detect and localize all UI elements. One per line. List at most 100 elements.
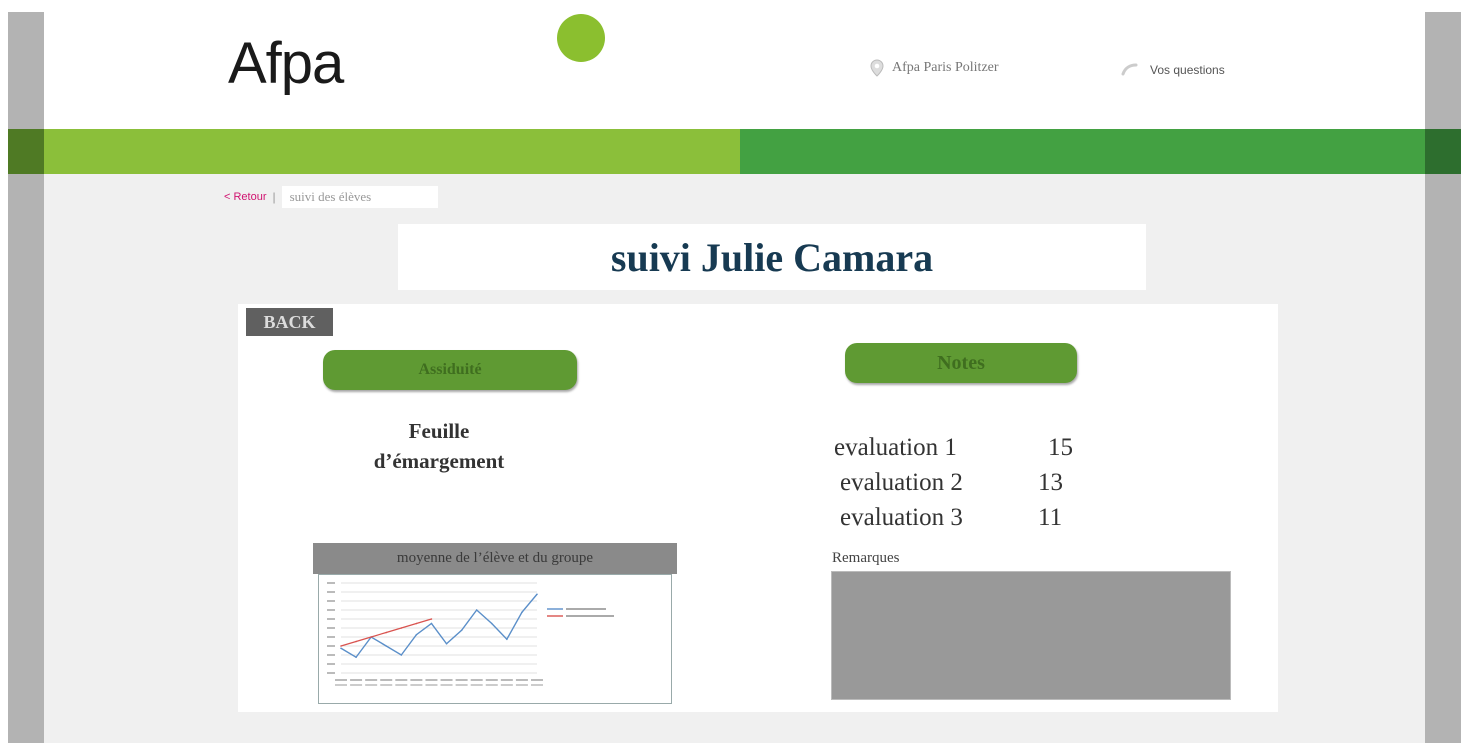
logo-text: Afpa bbox=[228, 31, 344, 96]
breadcrumb: < Retour | suivi des élèves bbox=[224, 186, 438, 208]
x-tick-label bbox=[335, 684, 347, 686]
series-2-point bbox=[400, 627, 403, 629]
back-button[interactable]: BACK bbox=[246, 308, 333, 336]
series-1-point bbox=[536, 593, 538, 596]
grade-score: 15 bbox=[1048, 433, 1073, 461]
y-tick-label bbox=[327, 609, 335, 611]
series-1-point bbox=[340, 647, 342, 650]
series-1-point bbox=[355, 656, 357, 659]
y-tick-label bbox=[327, 591, 335, 593]
series-1-point bbox=[430, 622, 433, 625]
x-tick-label bbox=[410, 684, 423, 686]
location-link[interactable]: Afpa Paris Politzer bbox=[870, 59, 999, 77]
afpa-logo[interactable]: Afpa bbox=[228, 14, 605, 97]
questions-text: Vos questions bbox=[1150, 63, 1225, 77]
remarques-label: Remarques bbox=[832, 550, 900, 566]
feuille-line1: Feuille bbox=[408, 419, 470, 443]
title-box: suivi Julie Camara bbox=[398, 224, 1146, 290]
x-tick-label bbox=[440, 684, 453, 686]
breadcrumb-separator: | bbox=[272, 190, 276, 204]
x-tick-label bbox=[500, 679, 513, 681]
green-band-light bbox=[44, 129, 740, 174]
grade-score: 11 bbox=[1038, 503, 1063, 531]
x-tick-label bbox=[455, 684, 468, 686]
x-tick-label bbox=[335, 679, 347, 681]
series-1-point bbox=[385, 645, 388, 647]
x-tick-label bbox=[455, 679, 468, 681]
y-tick-label bbox=[327, 654, 335, 656]
series-1-point bbox=[460, 629, 463, 632]
grade-row: evaluation 3 11 bbox=[834, 500, 1073, 535]
y-tick-label bbox=[327, 645, 335, 647]
x-tick-label bbox=[485, 679, 498, 681]
grades-list: evaluation 1 15 evaluation 2 13 evaluati… bbox=[834, 430, 1073, 535]
legend-label bbox=[566, 615, 614, 617]
y-tick-label bbox=[327, 672, 335, 674]
phone-icon bbox=[1121, 63, 1138, 76]
notes-button[interactable]: Notes bbox=[845, 343, 1077, 383]
y-tick-label bbox=[327, 663, 335, 665]
x-tick-label bbox=[350, 679, 363, 681]
retour-link[interactable]: < Retour bbox=[224, 191, 267, 203]
band-edge-left bbox=[8, 129, 44, 174]
series-2-point bbox=[385, 631, 388, 634]
green-band-dark bbox=[740, 129, 1425, 174]
series-2-point bbox=[415, 622, 418, 625]
chart-title: moyenne de l’élève et du groupe bbox=[313, 543, 677, 574]
grade-name: evaluation 2 bbox=[840, 468, 963, 496]
remarques-textarea[interactable] bbox=[831, 571, 1231, 700]
x-tick-label bbox=[380, 684, 393, 686]
x-tick-label bbox=[470, 684, 483, 686]
legend-label bbox=[566, 608, 606, 610]
location-text: Afpa Paris Politzer bbox=[892, 60, 999, 75]
series-1-point bbox=[521, 611, 523, 614]
page-frame: Afpa Afpa Paris Politzer Vos questions <… bbox=[44, 12, 1425, 743]
grade-name: evaluation 1 bbox=[834, 433, 957, 461]
x-tick-label bbox=[470, 679, 483, 681]
series-1-point bbox=[400, 654, 403, 656]
y-tick-label bbox=[327, 582, 335, 584]
page-title: suivi Julie Camara bbox=[610, 234, 934, 280]
chart-svg bbox=[327, 582, 614, 686]
y-tick-label bbox=[327, 618, 335, 620]
x-tick-label bbox=[440, 679, 453, 681]
breadcrumb-current: suivi des élèves bbox=[281, 186, 438, 208]
x-tick-label bbox=[531, 684, 543, 686]
map-pin-icon bbox=[870, 59, 884, 77]
feuille-emargement-link[interactable]: Feuille d’émargement bbox=[324, 416, 554, 476]
series-2-point bbox=[355, 640, 357, 643]
grade-score: 13 bbox=[1038, 468, 1063, 496]
right-gray-bar bbox=[1425, 12, 1461, 743]
series-1-point bbox=[490, 622, 493, 625]
series-1-point bbox=[506, 638, 508, 641]
x-tick-label bbox=[425, 684, 438, 686]
grade-row: evaluation 1 15 bbox=[834, 430, 1073, 465]
band-edge-right bbox=[1425, 129, 1461, 174]
series-1-point bbox=[445, 642, 448, 645]
main-panel: BACK Assiduité Notes Feuille d’émargemen… bbox=[238, 304, 1278, 712]
x-tick-label bbox=[531, 679, 543, 681]
site-header: Afpa Afpa Paris Politzer Vos questions bbox=[44, 12, 1425, 129]
average-chart bbox=[318, 574, 672, 704]
x-tick-label bbox=[410, 679, 423, 681]
series-2-point bbox=[430, 618, 433, 620]
series-1-point bbox=[415, 633, 418, 636]
logo-dot bbox=[557, 14, 605, 62]
assiduite-button[interactable]: Assiduité bbox=[323, 350, 577, 390]
feuille-line2: d’émargement bbox=[373, 449, 505, 473]
x-tick-label bbox=[485, 684, 498, 686]
grade-row: evaluation 2 13 bbox=[834, 465, 1073, 500]
left-gray-bar bbox=[8, 12, 44, 743]
x-tick-label bbox=[515, 684, 528, 686]
y-tick-label bbox=[327, 600, 335, 602]
series-2-point bbox=[370, 636, 372, 638]
series-1-point bbox=[475, 609, 478, 611]
x-tick-label bbox=[500, 684, 513, 686]
y-tick-label bbox=[327, 636, 335, 638]
x-tick-label bbox=[380, 679, 393, 681]
series-2-point bbox=[340, 645, 342, 647]
x-tick-label bbox=[395, 684, 408, 686]
x-tick-label bbox=[515, 679, 528, 681]
y-tick-label bbox=[327, 627, 335, 629]
questions-link[interactable]: Vos questions bbox=[1120, 62, 1225, 78]
